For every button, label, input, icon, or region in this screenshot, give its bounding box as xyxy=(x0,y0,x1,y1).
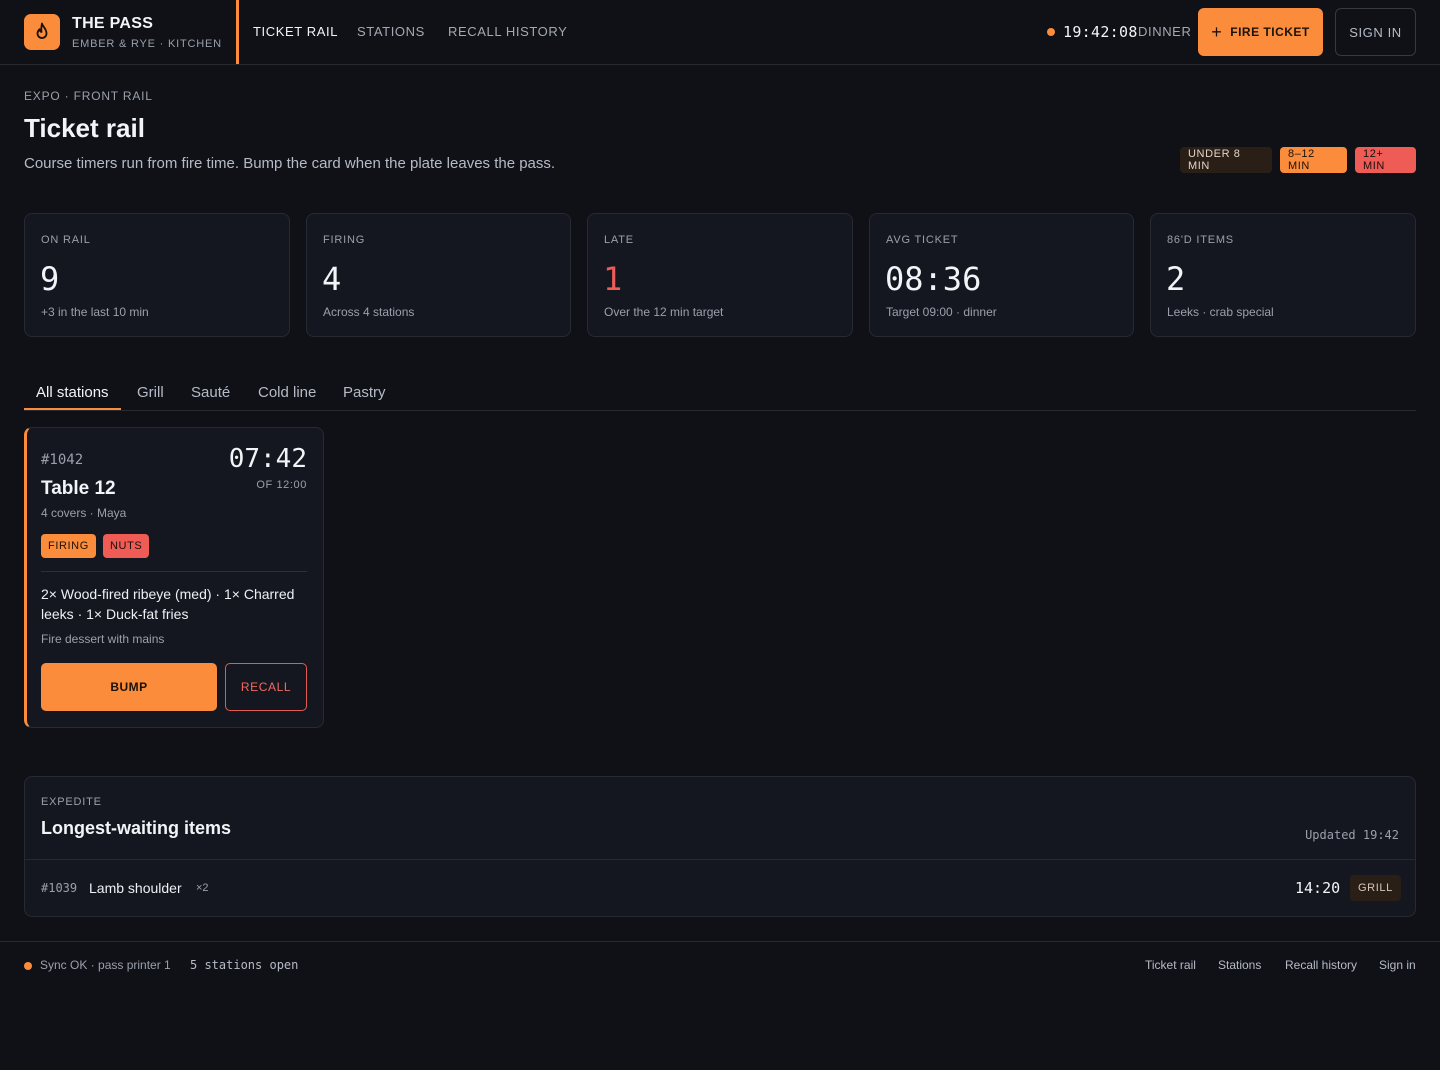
item-quantity: ×2 xyxy=(196,882,209,894)
panel-divider xyxy=(25,859,1415,860)
legend-under-8: UNDER 8 MIN xyxy=(1180,147,1272,173)
stat-value: 1 xyxy=(603,260,623,298)
footer-link-recall-history[interactable]: Recall history xyxy=(1285,958,1357,972)
ticket-note: Fire dessert with mains xyxy=(41,632,165,646)
ticket-number: #1042 xyxy=(41,452,84,468)
item-name: Lamb shoulder xyxy=(89,880,182,896)
tab-pastry[interactable]: Pastry xyxy=(343,384,386,401)
tab-grill[interactable]: Grill xyxy=(137,384,164,401)
tab-all-stations[interactable]: All stations xyxy=(36,384,109,401)
status-badge: FIRING xyxy=(41,534,96,558)
stat-value: 08:36 xyxy=(885,260,982,298)
service-clock: 19:42:08 xyxy=(1063,23,1138,41)
stat-label: FIRING xyxy=(323,234,366,246)
live-status-dot xyxy=(1047,28,1055,36)
sign-in-button[interactable]: SIGN IN xyxy=(1335,8,1416,56)
item-wait-time: 14:20 xyxy=(1295,879,1341,897)
stations-open: 5 stations open xyxy=(190,958,299,972)
stat-card-late: LATE 1 Over the 12 min target xyxy=(587,213,853,337)
legend-12-plus: 12+ MIN xyxy=(1355,147,1416,173)
bump-button[interactable]: BUMP xyxy=(41,663,217,711)
nav-recall-history[interactable]: RECALL HISTORY xyxy=(448,24,567,39)
page-eyebrow: EXPO · FRONT RAIL xyxy=(24,89,153,103)
stat-value: 4 xyxy=(322,260,342,298)
ticket-timer: 07:42 xyxy=(228,444,307,474)
ticket-table: Table 12 xyxy=(41,478,116,499)
item-station-badge: GRILL xyxy=(1350,875,1401,901)
footer-link-stations[interactable]: Stations xyxy=(1218,958,1261,972)
page-description: Course timers run from fire time. Bump t… xyxy=(24,155,556,172)
ticket-covers: 4 covers · Maya xyxy=(41,506,127,520)
stat-label: ON RAIL xyxy=(41,234,91,246)
stat-sub: Target 09:00 · dinner xyxy=(886,305,997,319)
ticket-items: 2× Wood-fired ribeye (med) · 1× Charred … xyxy=(41,586,295,622)
allergy-badge: NUTS xyxy=(103,534,150,558)
service-period: DINNER xyxy=(1138,24,1192,39)
panel-eyebrow: EXPEDITE xyxy=(41,796,102,808)
tab-saute[interactable]: Sauté xyxy=(191,384,230,401)
page-title: Ticket rail xyxy=(24,113,145,143)
footer-link-ticket-rail[interactable]: Ticket rail xyxy=(1145,958,1196,972)
stat-card-avg-ticket: AVG TICKET 08:36 Target 09:00 · dinner xyxy=(869,213,1134,337)
stat-label: LATE xyxy=(604,234,634,246)
tab-cold-line[interactable]: Cold line xyxy=(258,384,316,401)
flame-icon[interactable] xyxy=(24,14,60,50)
ticket-divider xyxy=(41,571,307,572)
brand-title: THE PASS xyxy=(72,15,154,32)
stat-label: 86'D ITEMS xyxy=(1167,234,1234,246)
stat-sub: Leeks · crab special xyxy=(1167,305,1274,319)
expedite-panel: EXPEDITE Longest-waiting items Updated 1… xyxy=(24,776,1416,917)
stat-label: AVG TICKET xyxy=(886,234,959,246)
panel-title: Longest-waiting items xyxy=(41,818,232,838)
recall-button[interactable]: RECALL xyxy=(225,663,307,711)
stat-value: 2 xyxy=(1166,260,1186,298)
stat-card-86d-items: 86'D ITEMS 2 Leeks · crab special xyxy=(1150,213,1416,337)
active-tab-indicator xyxy=(24,408,121,410)
stat-card-on-rail: ON RAIL 9 +3 in the last 10 min xyxy=(24,213,290,337)
legend-8-12: 8–12 MIN xyxy=(1280,147,1347,173)
footer-divider xyxy=(0,941,1440,942)
panel-updated: Updated 19:42 xyxy=(1305,828,1399,842)
stat-value: 9 xyxy=(40,260,60,298)
ticket-target: OF 12:00 xyxy=(256,479,307,491)
footer-link-sign-in[interactable]: Sign in xyxy=(1379,958,1416,972)
brand-subtitle: EMBER & RYE · KITCHEN xyxy=(72,38,222,50)
status-dot-icon xyxy=(24,962,32,970)
brand-divider xyxy=(236,0,239,64)
stat-sub: +3 in the last 10 min xyxy=(41,305,149,319)
fire-ticket-label: FIRE TICKET xyxy=(1230,25,1310,39)
plus-icon: + xyxy=(1211,22,1223,42)
top-bar: THE PASS EMBER & RYE · KITCHEN TICKET RA… xyxy=(0,0,1440,65)
sync-status: Sync OK · pass printer 1 xyxy=(40,958,171,972)
tabs-divider xyxy=(24,410,1416,411)
nav-ticket-rail[interactable]: TICKET RAIL xyxy=(253,24,338,39)
fire-ticket-button[interactable]: + FIRE TICKET xyxy=(1198,8,1323,56)
stat-sub: Across 4 stations xyxy=(323,305,415,319)
stat-sub: Over the 12 min target xyxy=(604,305,724,319)
nav-stations[interactable]: STATIONS xyxy=(357,24,425,39)
ticket-card[interactable]: #1042 07:42 OF 12:00 Table 12 4 covers ·… xyxy=(24,427,324,728)
item-ticket-number: #1039 xyxy=(41,881,78,895)
stat-card-firing: FIRING 4 Across 4 stations xyxy=(306,213,571,337)
